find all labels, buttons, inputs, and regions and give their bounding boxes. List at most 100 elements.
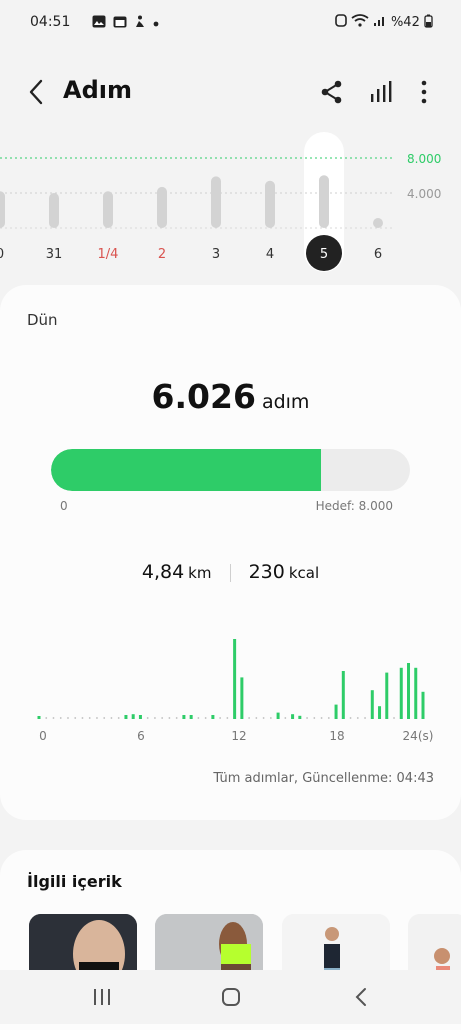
distance-value: 4,84	[141, 561, 185, 583]
system-nav-bar	[0, 970, 461, 1024]
day-label: Dün	[27, 311, 58, 329]
recents-button[interactable]	[82, 982, 122, 1012]
week-day-label[interactable]: 31	[46, 247, 63, 262]
hour-bar	[211, 715, 215, 719]
week-day-label[interactable]: 2	[158, 247, 166, 262]
week-bar[interactable]	[49, 193, 59, 228]
hour-bar	[182, 715, 186, 719]
hour-dot	[74, 717, 77, 719]
hour-dot	[306, 717, 308, 719]
hour-axis-label: 0	[39, 729, 47, 743]
related-content-title: İlgili içerik	[27, 872, 122, 891]
hour-bar	[334, 704, 338, 719]
hour-dot	[161, 717, 164, 719]
hour-axis-label: 6	[137, 729, 145, 743]
calories-value: 230	[248, 561, 285, 583]
distance-unit: km	[188, 564, 212, 582]
goal-progress-bar	[51, 449, 410, 491]
hour-bar	[414, 667, 418, 719]
home-button[interactable]	[211, 982, 251, 1012]
week-day-label[interactable]: 6	[374, 247, 382, 262]
week-bar[interactable]	[319, 175, 329, 228]
distance-calories: 4,84 km 230 kcal	[0, 561, 461, 583]
hour-dot	[175, 717, 178, 719]
week-bar[interactable]	[373, 218, 383, 228]
hour-dot	[349, 717, 352, 719]
weekly-chart-svg: 8.000 4.000 0 31 1/4 2 3 4 5 6	[0, 132, 441, 272]
hour-dot	[255, 717, 258, 719]
hour-bar	[124, 715, 128, 719]
hour-dot	[226, 717, 229, 719]
hour-dot	[52, 717, 55, 719]
week-bar[interactable]	[0, 191, 5, 228]
hour-bar	[138, 715, 142, 719]
hour-axis-label: 24(s)	[403, 729, 434, 743]
hour-bar	[385, 672, 389, 719]
step-count: 6.026 adım	[0, 377, 461, 416]
back-button[interactable]	[22, 76, 50, 108]
hour-dot	[204, 717, 207, 719]
hourly-steps-chart[interactable]: 0 6 12 18 24(s)	[0, 625, 461, 745]
fitness-icon	[136, 15, 145, 27]
status-bar: 04:51 %42	[0, 0, 461, 48]
hour-dot	[81, 717, 84, 719]
hour-dot	[110, 717, 113, 719]
status-right: %42	[334, 14, 433, 30]
week-day-label[interactable]: 3	[212, 247, 220, 262]
hour-dot	[320, 717, 323, 719]
hour-bar	[291, 714, 295, 719]
status-time: 04:51	[30, 14, 71, 30]
hour-bar	[407, 663, 411, 719]
status-notification-icons	[92, 15, 159, 31]
week-day-label[interactable]: 0	[0, 247, 4, 262]
week-bar[interactable]	[211, 176, 221, 228]
alarm-icon	[334, 14, 347, 27]
goal-progress-fill	[51, 449, 322, 491]
hour-dot	[117, 717, 120, 719]
hour-bar	[341, 671, 345, 719]
app-header: Adım	[0, 62, 461, 122]
recents-icon	[94, 989, 110, 1005]
hour-dot	[154, 717, 156, 719]
hour-bar	[298, 715, 302, 719]
week-day-label[interactable]: 1/4	[98, 247, 119, 262]
hour-dot	[146, 717, 149, 719]
week-day-label[interactable]: 5	[320, 247, 328, 262]
calendar-icon	[113, 16, 127, 28]
hour-dot	[364, 717, 366, 719]
week-bar[interactable]	[265, 180, 275, 228]
hour-bar	[378, 706, 382, 719]
hour-bar	[131, 714, 135, 719]
more-vert-icon	[421, 80, 427, 104]
hour-dot	[327, 717, 330, 719]
hour-dot	[393, 717, 395, 719]
back-icon	[355, 988, 366, 1006]
hour-dot	[103, 717, 106, 719]
chart-button[interactable]	[366, 78, 394, 106]
hourly-chart-svg: 0 6 12 18 24(s)	[37, 639, 434, 743]
image-icon	[92, 15, 106, 28]
hour-dot	[96, 717, 98, 719]
hour-dot	[262, 717, 265, 719]
mid-axis-label: 4.000	[407, 187, 441, 201]
more-options-button[interactable]	[412, 76, 436, 108]
hour-dot	[88, 717, 91, 719]
week-bar[interactable]	[157, 186, 167, 228]
week-day-label[interactable]: 4	[266, 247, 274, 262]
hour-dot	[168, 717, 171, 719]
nav-back-button[interactable]	[341, 982, 381, 1012]
goal-label: Hedef: 8.000	[315, 499, 393, 513]
home-icon	[222, 988, 240, 1006]
week-bar[interactable]	[103, 191, 113, 228]
goal-axis-label: 8.000	[407, 152, 441, 166]
hour-dot	[313, 717, 316, 719]
updated-note: Tüm adımlar, Güncellenme: 04:43	[213, 771, 434, 786]
weekly-steps-chart[interactable]: 8.000 4.000 0 31 1/4 2 3 4 5 6	[0, 128, 461, 278]
page-title: Adım	[63, 76, 132, 104]
hour-dot	[248, 717, 251, 719]
hour-dot	[356, 717, 359, 719]
share-button[interactable]	[318, 78, 346, 106]
share-icon	[321, 80, 342, 104]
hour-bar	[370, 690, 374, 719]
dot-icon	[154, 21, 159, 27]
